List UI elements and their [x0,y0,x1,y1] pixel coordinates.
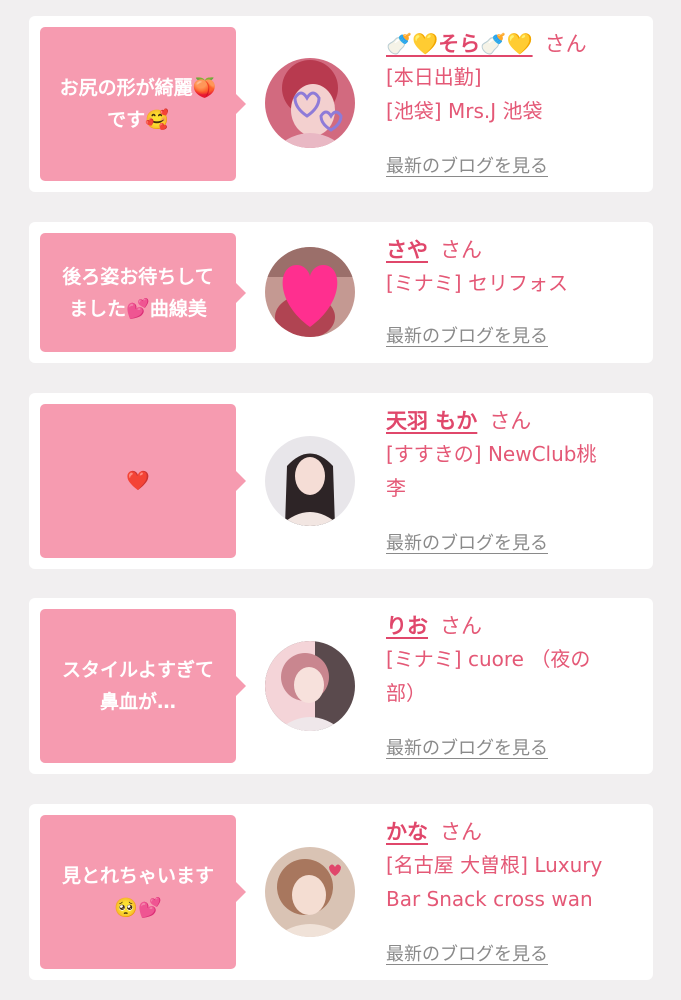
avatar-image [265,641,355,731]
shop-line: [ミナミ] セリフォス [386,271,568,295]
shop-line: [ミナミ] cuore （夜の [386,647,591,671]
name-row: 🍼💛そら🍼💛 さん [386,28,648,60]
avatar[interactable] [265,847,355,937]
name-row: かな さん [386,816,648,848]
comment-bubble: 後ろ姿お待ちして ました💕曲線美 [40,233,246,352]
latest-blog-link[interactable]: 最新のブログを見る [386,940,548,966]
status-line: [本日出勤] [386,65,482,89]
comment-text: スタイルよすぎて 鼻血が… [61,659,214,713]
avatar-image [265,247,355,337]
latest-blog-link[interactable]: 最新のブログを見る [386,322,548,348]
latest-blog-link[interactable]: 最新のブログを見る [386,152,548,178]
cast-name-link[interactable]: かな [386,820,428,844]
cast-info: かな さん [名古屋 大曽根] Luxury Bar Snack cross wa… [386,816,648,916]
shop-line: [名古屋 大曽根] Luxury [386,853,603,877]
list-item: 見とれちゃいます 🥺💕 かな さん [名古屋 大曽根] Luxury Bar Sn… [29,804,653,980]
cast-info: 天羽 もか さん [すすきの] NewClub桃 李 [386,405,648,505]
avatar[interactable] [265,436,355,526]
name-row: さや さん [386,234,648,266]
honorific: さん [440,238,482,262]
avatar[interactable] [265,58,355,148]
latest-blog-link[interactable]: 最新のブログを見る [386,734,548,760]
comment-bubble: ❤️ [40,404,246,558]
cast-info: さや さん [ミナミ] セリフォス [386,234,648,300]
shop-line-cont: Bar Snack cross wan [386,887,593,911]
shop-line-cont: 李 [386,476,406,500]
comment-bubble: お尻の形が綺麗🍑 です🥰 [40,27,246,181]
cast-info: りお さん [ミナミ] cuore （夜の 部） [386,610,648,710]
shop-line-cont: 部） [386,681,426,705]
latest-blog-link[interactable]: 最新のブログを見る [386,529,548,555]
cast-name-link[interactable]: 🍼💛そら🍼💛 [386,32,533,56]
honorific: さん [544,32,587,56]
shop-line: [池袋] Mrs.J 池袋 [386,99,543,123]
list-item: 後ろ姿お待ちして ました💕曲線美 さや さん [ミナミ] セリフォス 最新のブログ… [29,222,653,363]
comment-text: 見とれちゃいます 🥺💕 [61,865,214,919]
name-row: りお さん [386,610,648,642]
avatar-image [265,58,355,148]
cast-name-link[interactable]: さや [386,238,428,262]
cast-name-link[interactable]: りお [386,614,428,638]
honorific: さん [440,614,482,638]
list-item: スタイルよすぎて 鼻血が… りお さん [ミナミ] cuore （夜の 部） 最新… [29,598,653,774]
avatar[interactable] [265,641,355,731]
list-item: ❤️ 天羽 もか さん [すすきの] NewClub桃 李 最新のブログを見る [29,393,653,569]
avatar-image [265,847,355,937]
avatar-image [265,436,355,526]
comment-bubble: スタイルよすぎて 鼻血が… [40,609,246,763]
honorific: さん [489,409,532,433]
cast-name-link[interactable]: 天羽 もか [386,409,477,433]
name-row: 天羽 もか さん [386,405,648,437]
blog-comment-list: お尻の形が綺麗🍑 です🥰 🍼💛そら🍼💛 さん [本日出勤] [池袋] Mrs.J … [0,0,681,1000]
avatar[interactable] [265,247,355,337]
shop-line: [すすきの] NewClub桃 [386,442,597,466]
comment-text: 後ろ姿お待ちして ました💕曲線美 [62,265,214,320]
comment-bubble: 見とれちゃいます 🥺💕 [40,815,246,969]
list-item: お尻の形が綺麗🍑 です🥰 🍼💛そら🍼💛 さん [本日出勤] [池袋] Mrs.J … [29,16,653,192]
comment-text: ❤️ [126,470,150,492]
cast-info: 🍼💛そら🍼💛 さん [本日出勤] [池袋] Mrs.J 池袋 [386,28,648,128]
honorific: さん [440,820,482,844]
comment-text: お尻の形が綺麗🍑 です🥰 [59,77,217,131]
